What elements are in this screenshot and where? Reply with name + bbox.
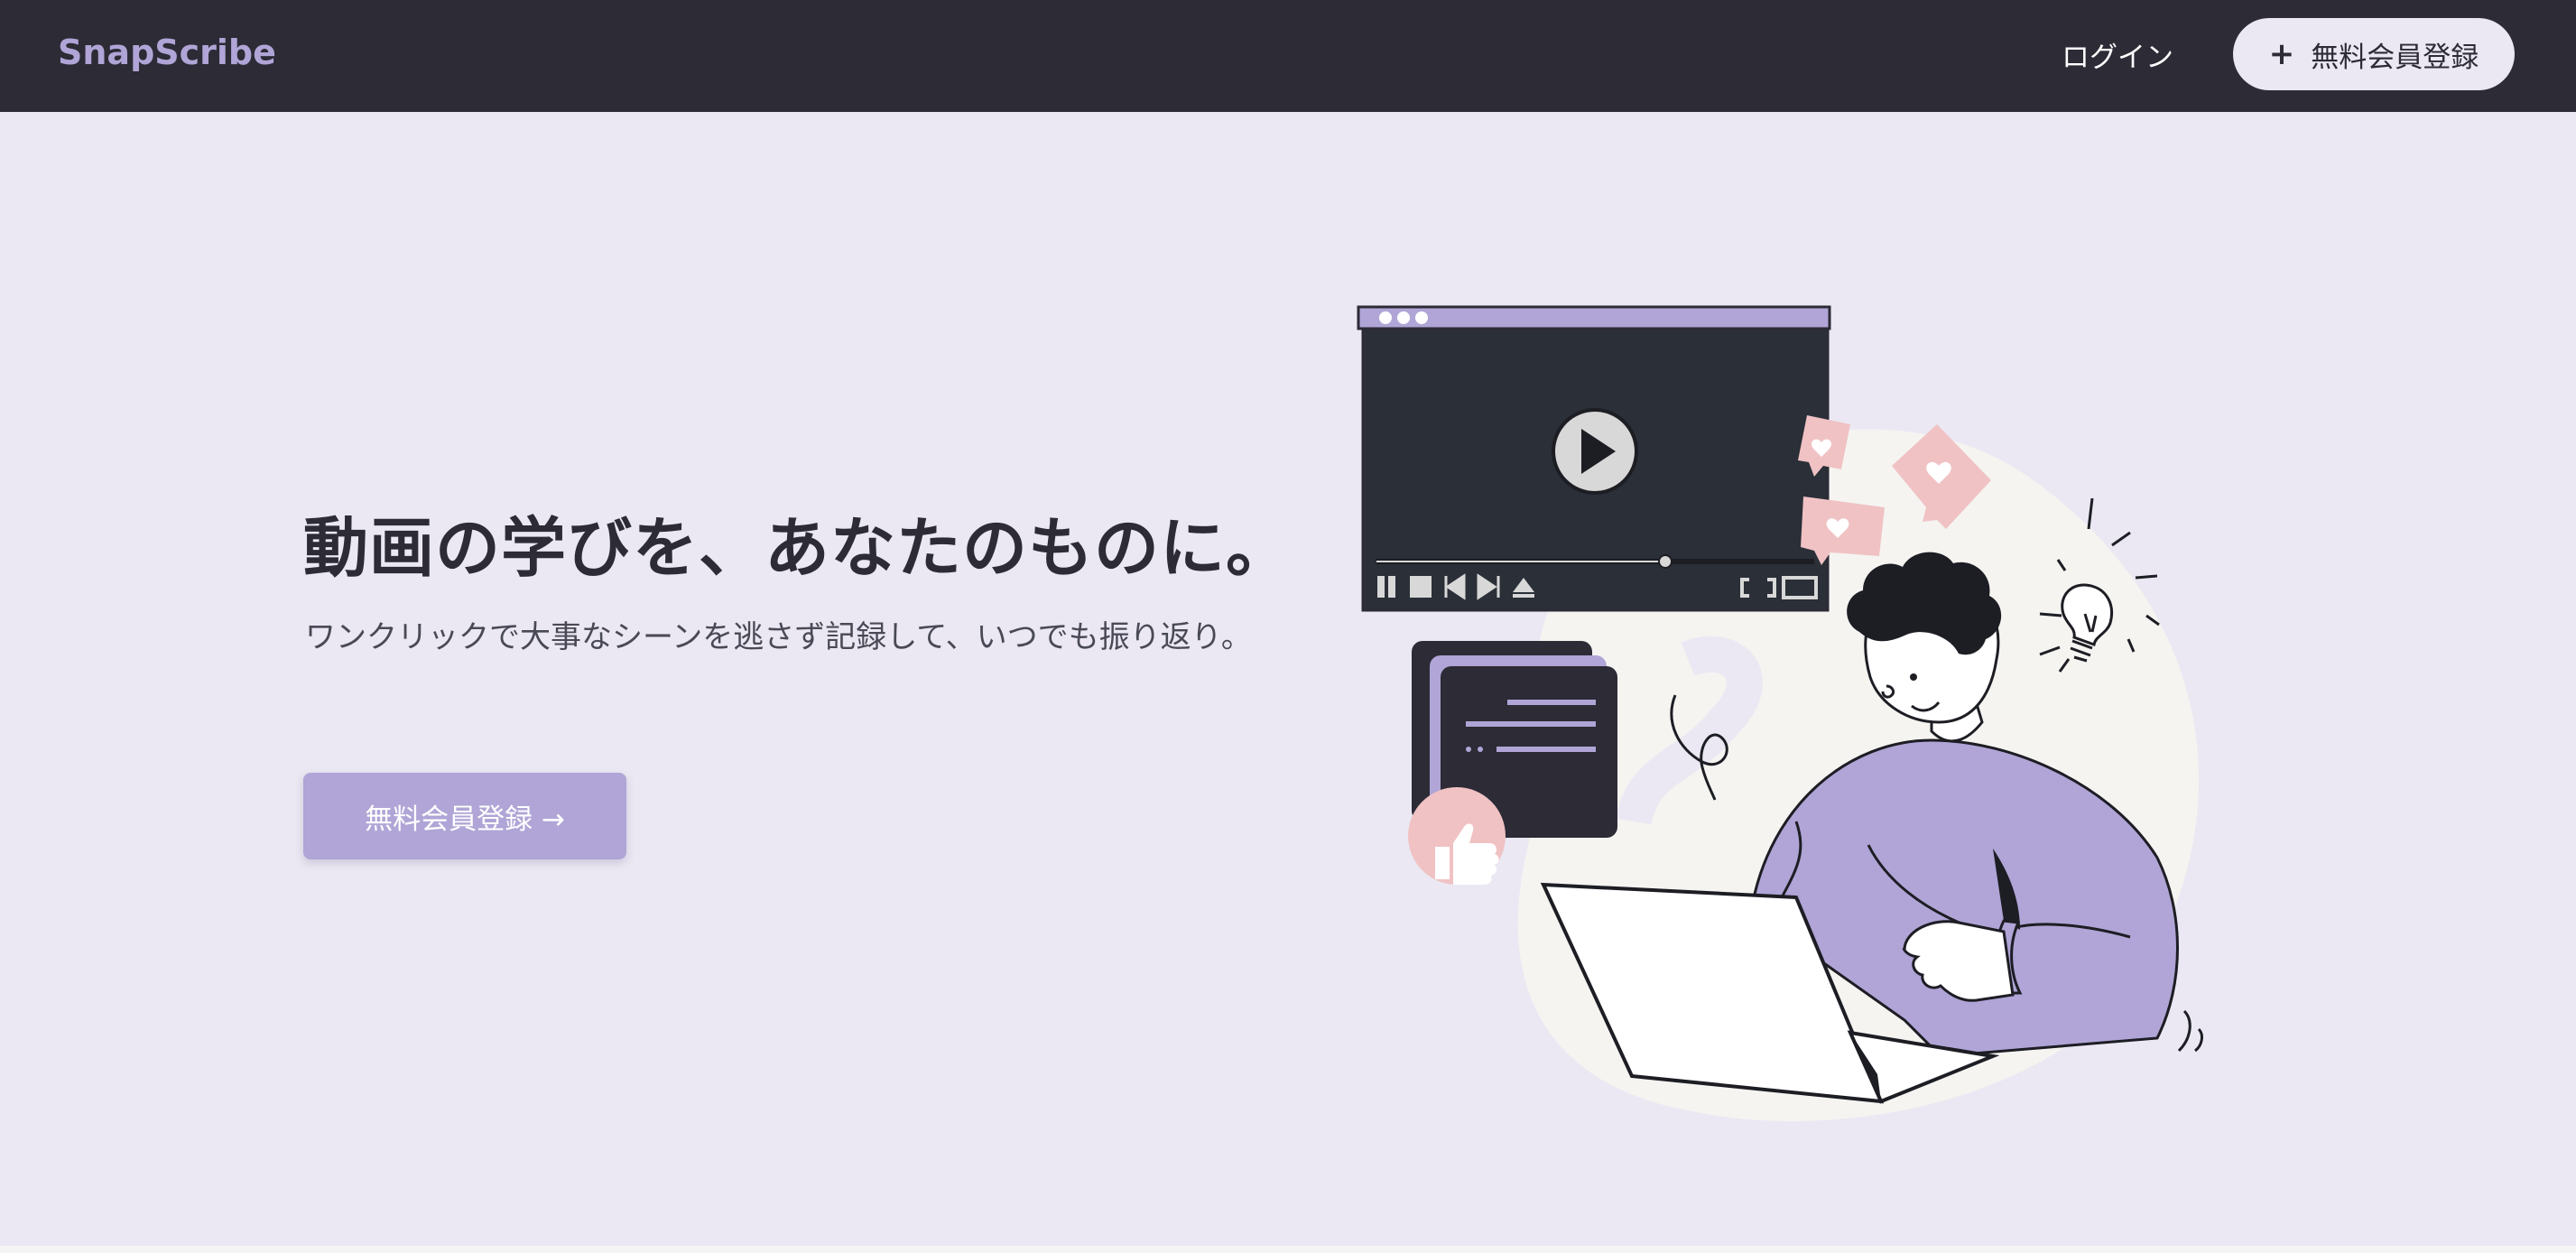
page-bottom-divider	[0, 1246, 2576, 1253]
logo[interactable]: SnapScribe	[58, 32, 276, 72]
signup-cta-button[interactable]: 無料会員登録 →	[303, 773, 626, 859]
plus-icon: +	[2268, 36, 2295, 72]
hero-illustration	[1357, 305, 2203, 1121]
signup-button-header[interactable]: + 無料会員登録	[2233, 18, 2515, 90]
play-icon	[1552, 408, 1638, 495]
signup-button-label: 無料会員登録	[2311, 41, 2479, 74]
login-link[interactable]: ログイン	[2062, 34, 2173, 75]
top-nav: SnapScribe ログイン + 無料会員登録	[0, 0, 2576, 112]
thumbs-up-icon	[1408, 787, 1506, 885]
video-player-illustration	[1357, 305, 1831, 612]
hero-title: 動画の学びを、あなたのものに。	[303, 510, 1293, 586]
hero-subtitle: ワンクリックで大事なシーンを逃さず記録して、いつでも振り返り。	[305, 619, 1252, 655]
